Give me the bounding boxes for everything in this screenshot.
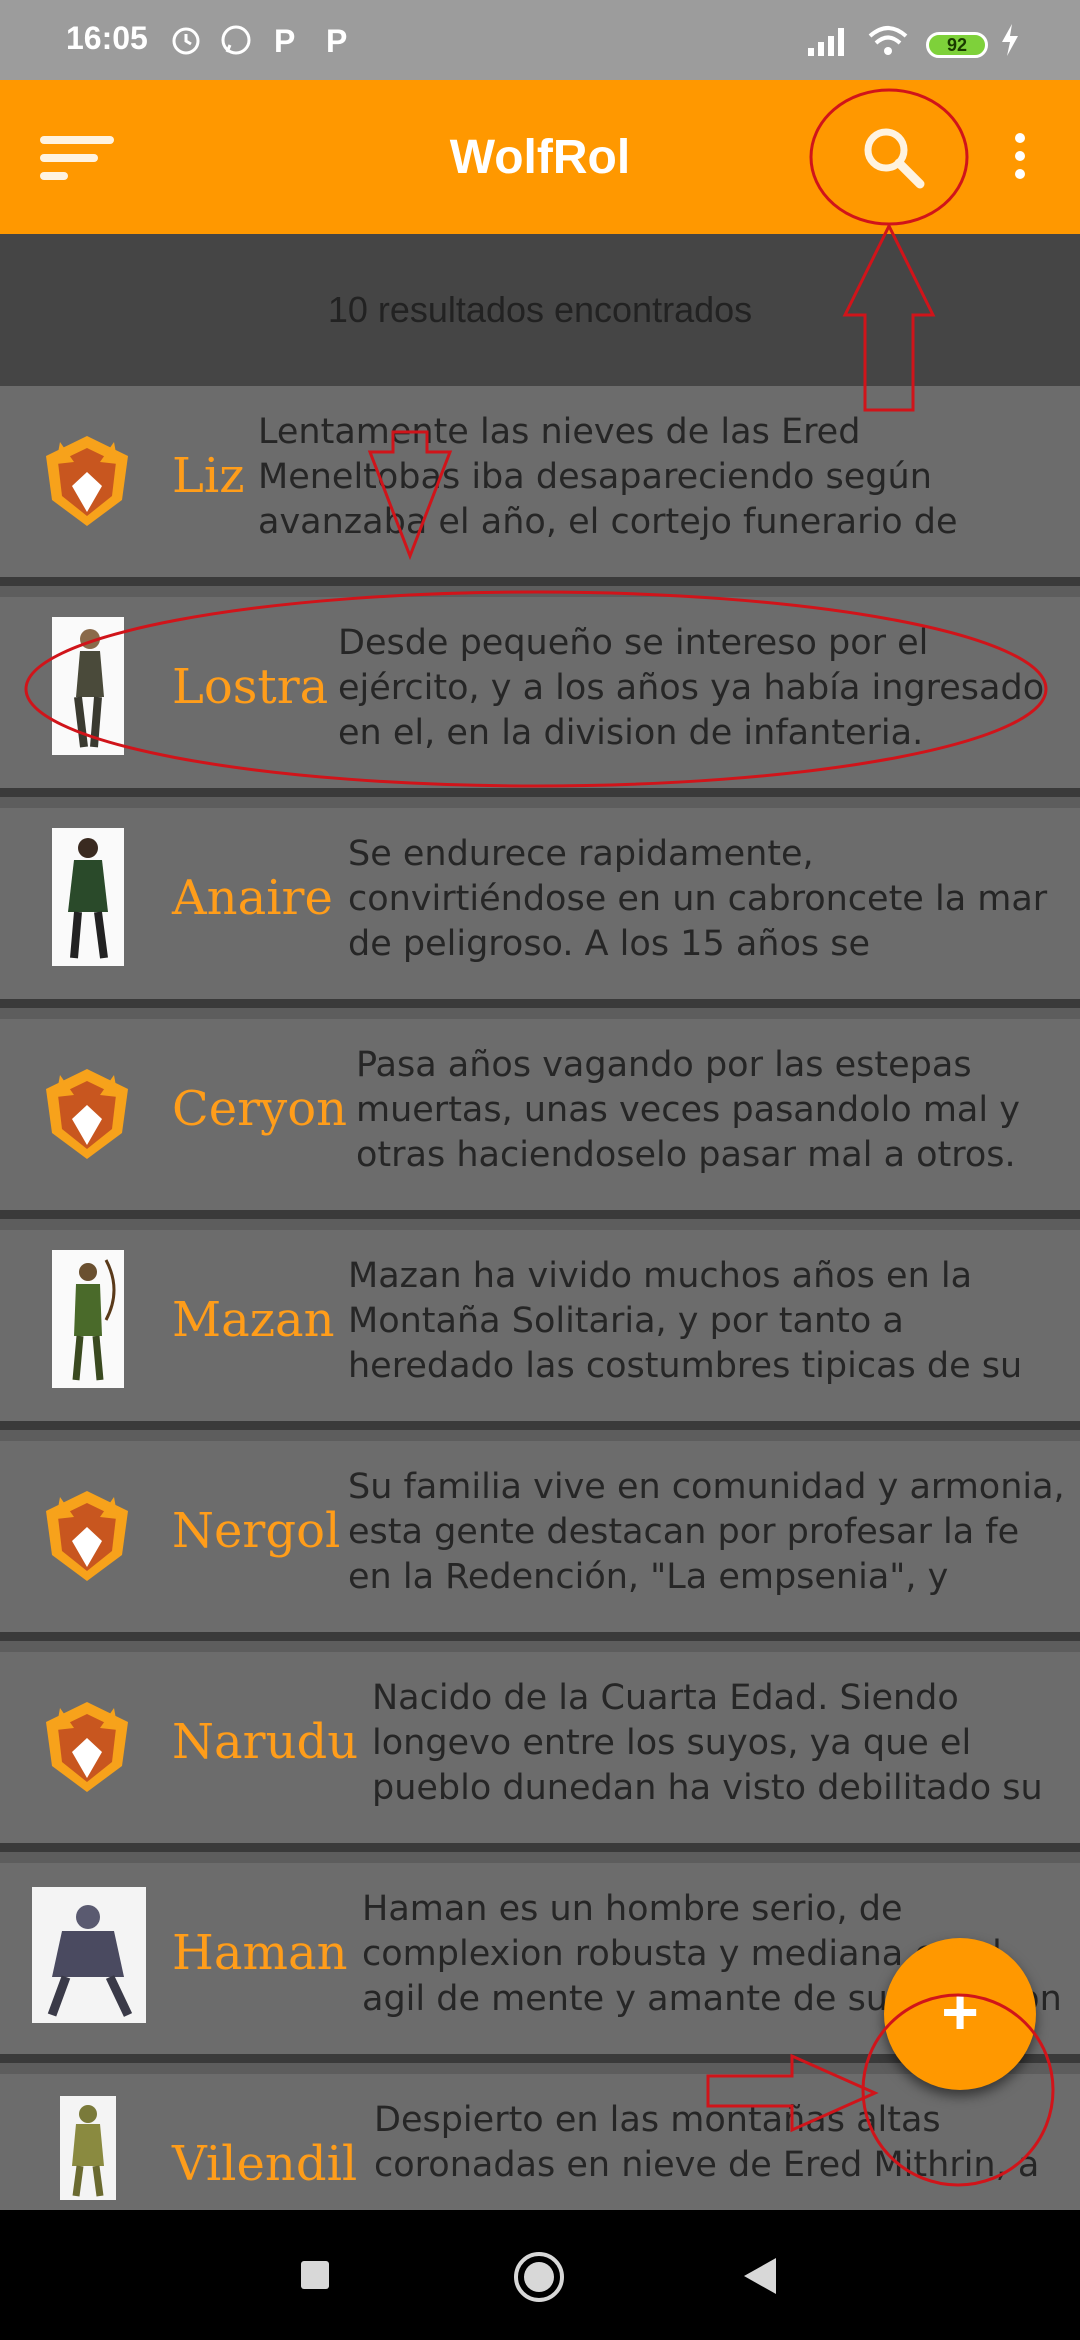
character-description: Mazan ha vivido muchos años en la Montañ… [348, 1256, 1023, 1386]
character-description: Nacido de la Cuarta Edad. Siendo longevo… [372, 1678, 1043, 1808]
alarm-icon [172, 27, 200, 55]
status-time: 16:05 [66, 20, 148, 56]
add-character-button[interactable]: + [884, 1938, 1036, 2090]
list-item[interactable]: Liz Lentamente las nieves de las Ered Me… [0, 386, 1080, 586]
character-name: Ceryon [172, 1081, 348, 1137]
list-item[interactable]: Mazan Mazan ha vivido muchos años en la … [0, 1230, 1080, 1430]
character-portrait [60, 2096, 116, 2200]
character-name: Anaire [172, 870, 333, 926]
character-description: Su familia vive en comunidad y armonia, … [348, 1467, 1065, 1597]
charging-icon [1002, 24, 1018, 56]
wolf-logo-icon [46, 1702, 128, 1792]
wolf-logo-icon [46, 1491, 128, 1581]
character-portrait [52, 828, 124, 966]
back-icon[interactable] [742, 2256, 778, 2296]
search-icon[interactable] [858, 122, 928, 192]
character-name: Liz [172, 448, 245, 504]
more-vert-icon[interactable] [1002, 132, 1038, 182]
results-count: 10 resultados encontrados [0, 234, 1080, 386]
list-item[interactable]: Narudu Nacido de la Cuarta Edad. Siendo … [0, 1652, 1080, 1852]
list-item[interactable]: Anaire Se endurece rapidamente, convirti… [0, 808, 1080, 1008]
list-item[interactable]: Ceryon Pasa años vagando por las estepas… [0, 1019, 1080, 1219]
p-app-icon: P [274, 23, 295, 58]
character-name: Mazan [172, 1292, 335, 1348]
wolf-logo-icon [46, 436, 128, 526]
character-description: Se endurece rapidamente, convirtiéndose … [348, 834, 1048, 964]
svg-text:P: P [326, 23, 347, 58]
list-item[interactable]: Lostra Desde pequeño se intereso por el … [0, 597, 1080, 797]
character-name: Vilendil [172, 2136, 358, 2192]
signal-icon [808, 28, 844, 56]
list-item[interactable]: Nergol Su familia vive en comunidad y ar… [0, 1441, 1080, 1641]
app-bar: WolfRol [0, 80, 1080, 234]
wolf-logo-icon [46, 1069, 128, 1159]
character-portrait [52, 1250, 124, 1388]
svg-text:P: P [274, 23, 295, 58]
whatsapp-icon [221, 25, 251, 55]
character-description: Lentamente las nieves de las Ered Menelt… [258, 412, 958, 542]
wifi-icon [868, 26, 908, 55]
home-icon[interactable] [512, 2250, 566, 2304]
character-name: Lostra [172, 659, 329, 715]
navigation-bar [0, 2210, 1080, 2340]
character-name: Haman [172, 1925, 348, 1981]
recents-icon[interactable] [300, 2260, 330, 2290]
character-description: Desde pequeño se intereso por el ejércit… [338, 623, 1045, 753]
character-name: Narudu [172, 1714, 359, 1770]
character-description: Pasa años vagando por las estepas muerta… [356, 1045, 1020, 1175]
character-portrait [32, 1887, 146, 2023]
character-portrait [52, 617, 124, 755]
p-app-icon: P [326, 23, 347, 58]
status-bar: 16:05 P P 92 [0, 0, 1080, 80]
character-name: Nergol [172, 1503, 341, 1559]
battery-indicator: 92 [926, 32, 988, 58]
